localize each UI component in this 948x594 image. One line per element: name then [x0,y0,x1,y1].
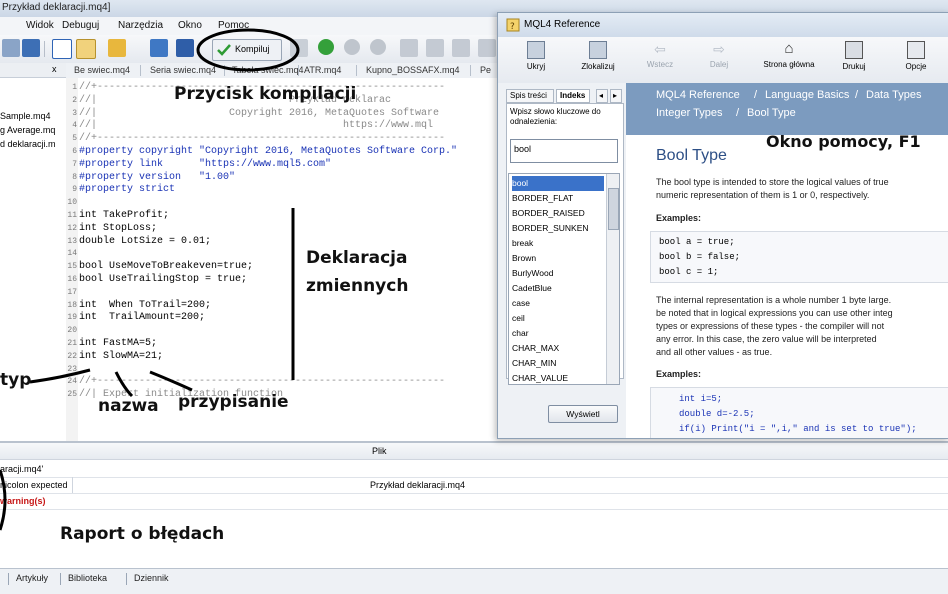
help-annotation: Okno pomocy, F1 [766,132,921,151]
declaration-annotation: Deklaracja [306,248,408,268]
errors-annotation: Raport o błędach [60,524,225,544]
declaration-annotation: zmiennych [306,276,409,296]
name-annotation: nazwa [98,396,159,416]
assign-annotation: przypisanie [178,392,289,412]
type-annotation: typ [0,370,32,390]
name-arrow [114,371,134,398]
compile-highlight-ellipse [196,28,300,72]
compile-annotation: Przycisk kompilacji [174,84,357,104]
assign-arrow [149,370,193,392]
type-arrow [29,368,91,384]
annotation-overlay [0,28,300,531]
errors-bracket [0,469,7,531]
